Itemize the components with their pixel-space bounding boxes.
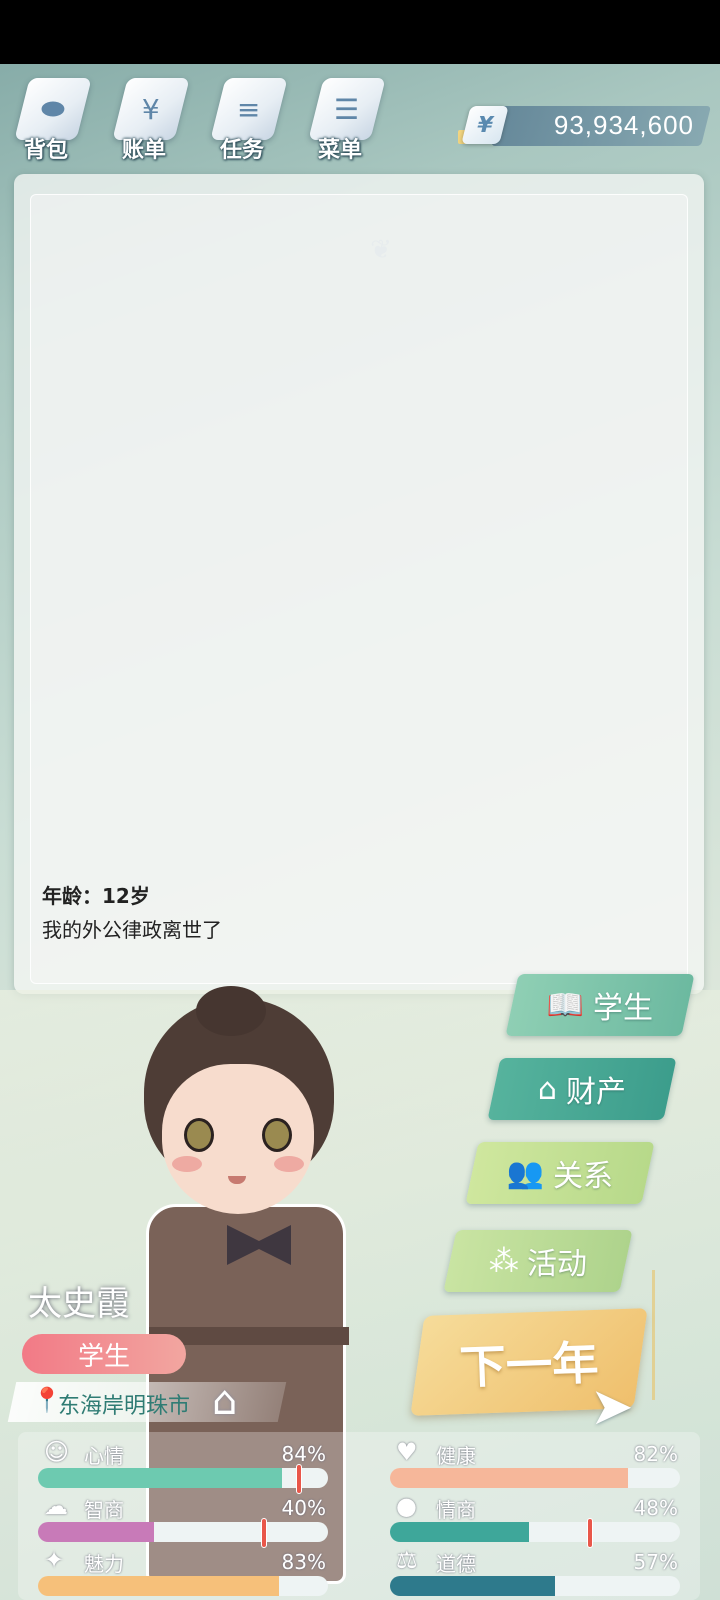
top-menu: ⬬ 背包 ¥ 账单 ≡ 任务 ☰ 菜单 ¥ 93,934,600 — [0, 64, 720, 174]
house-icon: ⌂ — [538, 1071, 558, 1107]
status-bar — [0, 0, 720, 64]
stat-name: 情商 — [436, 1498, 476, 1522]
right-eye — [262, 1118, 292, 1152]
activities-label: 活动 — [527, 1247, 587, 1282]
location-text: 东海岸明珠市 — [58, 1394, 191, 1419]
paper-plane-icon: ➤ — [590, 1377, 634, 1437]
job-badge[interactable]: 学生 — [22, 1334, 186, 1374]
left-blush — [172, 1156, 202, 1172]
scale-icon: ⚖ — [396, 1546, 418, 1574]
menu-label: 菜单 — [317, 138, 362, 163]
stat-mood: ☺ 心情 84% — [38, 1438, 328, 1494]
event-log[interactable]: ❦ — [30, 194, 688, 984]
bill-label: 账单 — [121, 138, 166, 163]
relations-button[interactable]: 👥 关系 — [465, 1142, 655, 1204]
character-face — [162, 1064, 314, 1214]
student-label: 学生 — [592, 991, 653, 1026]
stat-name: 健康 — [436, 1444, 476, 1468]
activity-icon: ⁂ — [489, 1243, 519, 1279]
bag-icon: ⬬ — [14, 78, 92, 140]
stat-track — [390, 1576, 680, 1596]
apple-icon: ● — [396, 1492, 417, 1520]
stat-percent: 40% — [281, 1496, 326, 1520]
assets-button[interactable]: ⌂ 财产 — [487, 1058, 677, 1120]
event-panel: ❦ — [14, 174, 704, 994]
ornament-icon: ❦ — [370, 235, 392, 265]
leaf-decoration — [652, 1270, 682, 1400]
smile-icon: ☺ — [44, 1438, 70, 1466]
age-text: 年龄：12岁 — [42, 884, 150, 908]
stat-threshold-marker — [296, 1464, 302, 1494]
stat-track — [38, 1522, 328, 1542]
stats-panel: ☺ 心情 84% ♥ 健康 82% ☁ 智商 40% ● 情商 48% ✦ 魅力… — [18, 1432, 700, 1600]
stat-track — [38, 1468, 328, 1488]
stat-fill — [390, 1522, 530, 1542]
stat-fill — [390, 1468, 628, 1488]
stat-fill — [38, 1576, 279, 1596]
stat-eq: ● 情商 48% — [390, 1492, 680, 1548]
stat-track — [38, 1576, 328, 1596]
stat-percent: 84% — [281, 1442, 326, 1466]
student-button[interactable]: 📖 学生 — [505, 974, 695, 1036]
assets-label: 财产 — [565, 1075, 626, 1110]
stat-name: 道德 — [436, 1552, 476, 1576]
stat-threshold-marker — [587, 1518, 594, 1548]
brain-icon: ☁ — [44, 1492, 68, 1520]
money-display: ¥ 93,934,600 — [458, 106, 711, 150]
stat-health: ♥ 健康 82% — [390, 1438, 680, 1490]
stat-fill — [38, 1522, 154, 1542]
bow-tie — [227, 1225, 291, 1265]
stat-morality: ⚖ 道德 57% — [390, 1546, 680, 1598]
next-year-label: 下一年 — [458, 1335, 600, 1395]
hair-bun — [196, 986, 266, 1036]
bag-label: 背包 — [23, 138, 68, 163]
left-eye — [184, 1118, 214, 1152]
right-blush — [274, 1156, 304, 1172]
bill-button[interactable]: ¥ 账单 — [104, 72, 196, 168]
activities-button[interactable]: ⁂ 活动 — [443, 1230, 633, 1292]
money-value: 93,934,600 — [553, 110, 694, 140]
task-icon: ≡ — [210, 78, 288, 140]
stat-name: 魅力 — [84, 1552, 124, 1576]
stat-charm: ✦ 魅力 83% — [38, 1546, 328, 1598]
sparkle-icon: ✦ — [44, 1546, 65, 1574]
stat-name: 心情 — [84, 1444, 124, 1468]
stat-track — [390, 1468, 680, 1488]
event-text: 我的外公律政离世了 — [42, 918, 222, 942]
mouth — [228, 1176, 246, 1184]
book-icon: 📖 — [547, 987, 585, 1023]
task-button[interactable]: ≡ 任务 — [202, 72, 294, 168]
bill-icon: ¥ — [112, 78, 190, 140]
home-icon[interactable]: ⌂ — [212, 1378, 237, 1424]
stat-fill — [38, 1468, 282, 1488]
task-label: 任务 — [219, 138, 264, 163]
menu-button[interactable]: ☰ 菜单 — [300, 72, 392, 168]
stat-iq: ☁ 智商 40% — [38, 1492, 328, 1548]
stat-name: 智商 — [84, 1498, 124, 1522]
bag-button[interactable]: ⬬ 背包 — [6, 72, 98, 168]
stat-fill — [390, 1576, 556, 1596]
people-icon: 👥 — [507, 1155, 545, 1191]
stat-track — [390, 1522, 680, 1542]
stat-percent: 83% — [281, 1550, 326, 1574]
stat-percent: 48% — [633, 1496, 678, 1520]
relations-label: 关系 — [552, 1159, 613, 1194]
heart-icon: ♥ — [396, 1438, 418, 1466]
character-name: 太史霞 — [28, 1284, 130, 1324]
stat-percent: 57% — [633, 1550, 678, 1574]
stat-percent: 82% — [633, 1442, 678, 1466]
stat-threshold-marker — [261, 1518, 268, 1548]
menu-icon: ☰ — [308, 78, 386, 140]
